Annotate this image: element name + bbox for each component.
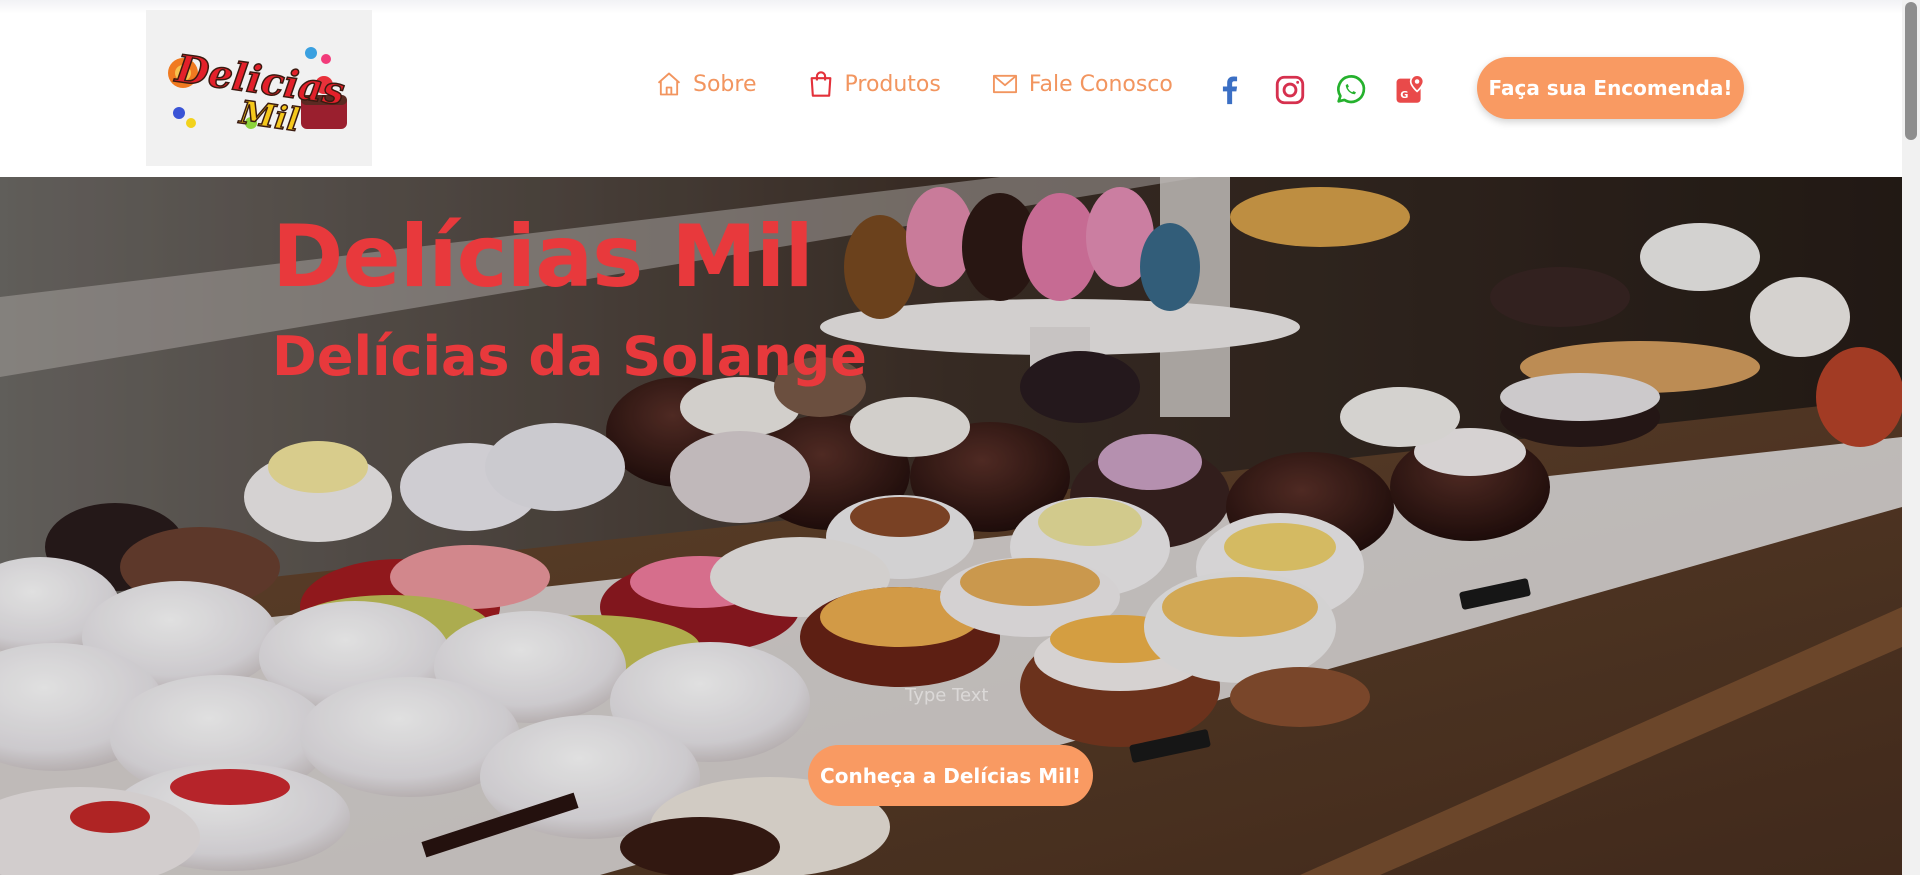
svg-text:Mil: Mil [236, 93, 301, 139]
whatsapp-link[interactable] [1332, 72, 1368, 108]
delicias-mil-logo: Delicias Mil [168, 45, 348, 140]
facebook-icon [1222, 76, 1238, 105]
google-maps-link[interactable]: G [1392, 72, 1428, 108]
facebook-link[interactable] [1212, 72, 1248, 108]
nav-item-label: Fale Conosco [1028, 71, 1173, 97]
site-header: Delicias Mil Sobre Produtos Fale Conosco… [0, 0, 1902, 177]
instagram-link[interactable] [1272, 72, 1308, 108]
social-links: G [1212, 72, 1452, 108]
instagram-icon [1275, 75, 1305, 105]
nav-item-label: Sobre [693, 71, 757, 97]
main-nav: Sobre Produtos Fale Conosco [655, 66, 1223, 102]
shopping-bag-icon [810, 71, 831, 97]
scrollbar-thumb[interactable] [1905, 2, 1917, 140]
svg-text:G: G [1400, 90, 1408, 101]
hero-section: Delícias Mil Delícias da Solange Type Te… [0, 177, 1902, 875]
nav-item-produtos[interactable]: Produtos [807, 70, 941, 98]
hero-subtitle: Delícias da Solange [272, 325, 867, 388]
order-button[interactable]: Faça sua Encomenda! [1477, 57, 1744, 119]
home-icon [657, 72, 681, 96]
placeholder-text: Type Text [905, 685, 989, 706]
google-maps-icon: G [1396, 74, 1425, 103]
nav-item-label: Produtos [844, 71, 941, 97]
scrollbar[interactable] [1902, 0, 1920, 875]
envelope-icon [992, 74, 1017, 94]
nav-item-fale-conosco[interactable]: Fale Conosco [991, 70, 1173, 98]
cta-button[interactable]: Conheça a Delícias Mil! [808, 745, 1093, 806]
hero-title: Delícias Mil [272, 207, 814, 307]
whatsapp-icon [1337, 75, 1366, 104]
logo[interactable]: Delicias Mil [146, 10, 372, 166]
nav-item-sobre[interactable]: Sobre [655, 70, 757, 98]
